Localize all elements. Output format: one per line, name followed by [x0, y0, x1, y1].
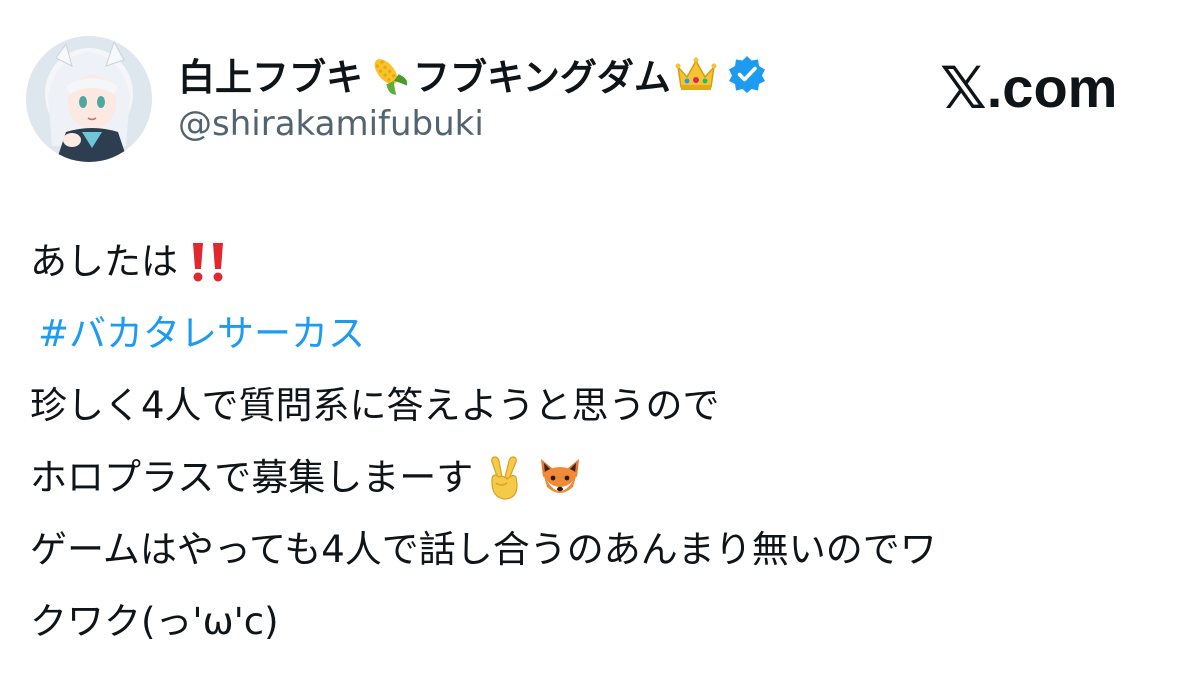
brand-suffix: .com [986, 56, 1118, 119]
tweet-line-5-text: ゲームはやっても4人で話し合うのあんまり無いのでワ [30, 528, 937, 571]
tweet-line-1: あしたは [30, 226, 1160, 298]
double-exclamation-emoji-icon [184, 237, 234, 287]
tweet-line-5: ゲームはやっても4人で話し合うのあんまり無いのでワ [30, 514, 1160, 586]
verified-badge-icon [727, 54, 767, 94]
avatar[interactable] [26, 36, 152, 162]
fox-emoji-icon [535, 453, 585, 503]
avatar-image [26, 36, 152, 162]
x-logo-icon: 𝕏 [940, 54, 987, 122]
author-name-row[interactable]: 白上フブキ フブキングダム [178, 46, 767, 102]
tweet-line-6-text: クワク(っ'ω'c) [30, 600, 279, 643]
corn-emoji-icon [365, 51, 411, 97]
author-display-name-part2[interactable]: フブキングダム [413, 47, 671, 101]
author-handle[interactable]: @shirakamifubuki [178, 104, 484, 144]
tweet-line-4: ホロプラスで募集しまーす [30, 442, 1160, 514]
tweet-line-2: #バカタレサーカス [30, 298, 1160, 370]
tweet-line-6: クワク(っ'ω'c) [30, 586, 1160, 658]
x-com-logo: 𝕏 .com [940, 56, 1117, 120]
tweet-text: あしたは #バカタレサーカス 珍しく4人で質問系に答えようと思うので ホロプラス… [30, 226, 1160, 658]
tweet-line-3-text: 珍しく4人で質問系に答えようと思うので [30, 384, 720, 427]
crown-emoji-icon [673, 51, 719, 97]
author-display-name-part1[interactable]: 白上フブキ [178, 47, 363, 101]
victory-hand-emoji-icon [479, 453, 529, 503]
tweet-line-1-text: あしたは [30, 240, 178, 283]
tweet-line-4-text: ホロプラスで募集しまーす [30, 456, 474, 499]
hashtag-link[interactable]: #バカタレサーカス [30, 298, 365, 370]
tweet-line-3: 珍しく4人で質問系に答えようと思うので [30, 370, 1160, 442]
